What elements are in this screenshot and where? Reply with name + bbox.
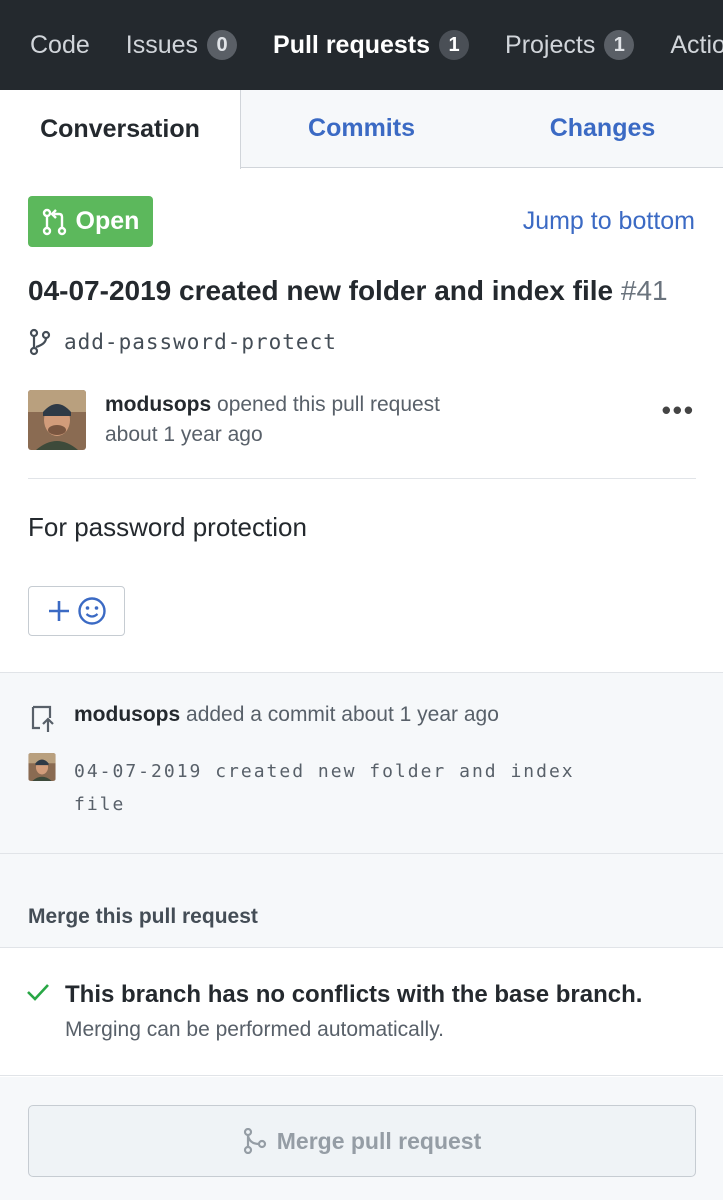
pr-number: #41 xyxy=(620,275,668,306)
more-options-icon[interactable]: ••• xyxy=(662,395,695,426)
nav-projects[interactable]: Projects 1 xyxy=(505,30,635,60)
pull-requests-counter: 1 xyxy=(439,30,470,60)
merge-pull-request-button[interactable]: Merge pull request xyxy=(28,1105,696,1177)
smiley-icon xyxy=(77,597,106,625)
pr-state-badge: Open xyxy=(28,196,153,247)
nav-projects-label: Projects xyxy=(505,30,596,59)
pr-title-text: 04-07-2019 created new folder and index … xyxy=(28,275,614,306)
opener-action: opened this pull request xyxy=(217,393,441,416)
tab-conversation[interactable]: Conversation xyxy=(0,90,241,169)
repo-push-icon xyxy=(31,705,54,732)
pr-state-label: Open xyxy=(75,207,140,235)
branch-name: add-password-protect xyxy=(64,330,337,354)
merge-status: This branch has no conflicts with the ba… xyxy=(0,948,723,1076)
commit-timeline: modusops added a commit about 1 year ago… xyxy=(0,672,723,854)
nav-pull-requests-label: Pull requests xyxy=(273,30,431,59)
git-branch-icon xyxy=(29,328,51,356)
jump-to-bottom-link[interactable]: Jump to bottom xyxy=(523,207,695,236)
nav-actions-label: Actio xyxy=(670,30,723,59)
page-title: 04-07-2019 created new folder and index … xyxy=(28,275,668,307)
comment-body: For password protection xyxy=(28,512,307,542)
projects-counter: 1 xyxy=(604,30,635,60)
add-reaction-button[interactable] xyxy=(28,586,125,636)
tab-commits[interactable]: Commits xyxy=(241,90,482,167)
branch-ref: add-password-protect xyxy=(28,328,337,356)
nav-code[interactable]: Code xyxy=(30,31,90,60)
issues-counter: 0 xyxy=(207,30,238,60)
tab-changes[interactable]: Changes xyxy=(482,90,723,167)
opener-event: modusops opened this pull request xyxy=(105,393,440,417)
commit-message-link[interactable]: 04-07-2019 created new folder and index … xyxy=(74,755,634,821)
nav-code-label: Code xyxy=(30,30,90,59)
merge-section-header: Merge this pull request xyxy=(0,854,723,948)
divider xyxy=(28,478,696,479)
avatar[interactable] xyxy=(28,753,56,781)
merge-status-title: This branch has no conflicts with the ba… xyxy=(65,981,643,1008)
avatar[interactable] xyxy=(28,390,86,450)
merge-button-label: Merge pull request xyxy=(276,1127,482,1154)
merge-header-title: Merge this pull request xyxy=(28,905,258,928)
commit-event-text: modusops added a commit about 1 year ago xyxy=(74,703,499,727)
commit-username[interactable]: modusops xyxy=(74,703,180,726)
check-icon xyxy=(27,984,49,1001)
nav-issues-label: Issues xyxy=(125,30,199,59)
pr-tabs: Conversation Commits Changes xyxy=(0,90,723,169)
nav-pull-requests[interactable]: Pull requests 1 xyxy=(273,30,470,60)
nav-actions[interactable]: Actio xyxy=(670,31,723,60)
commit-action: added a commit about 1 year ago xyxy=(186,703,499,726)
opener-username[interactable]: modusops xyxy=(105,393,211,416)
repo-nav: Code Issues 0 Pull requests 1 Projects 1… xyxy=(0,0,723,90)
git-pull-request-icon xyxy=(42,208,66,235)
opener-timestamp[interactable]: about 1 year ago xyxy=(105,423,263,447)
nav-issues[interactable]: Issues 0 xyxy=(125,30,238,60)
merge-status-subtitle: Merging can be performed automatically. xyxy=(65,1018,444,1041)
merge-actions: Merge pull request xyxy=(0,1077,723,1200)
git-merge-icon xyxy=(243,1128,266,1154)
plus-icon xyxy=(48,601,69,621)
